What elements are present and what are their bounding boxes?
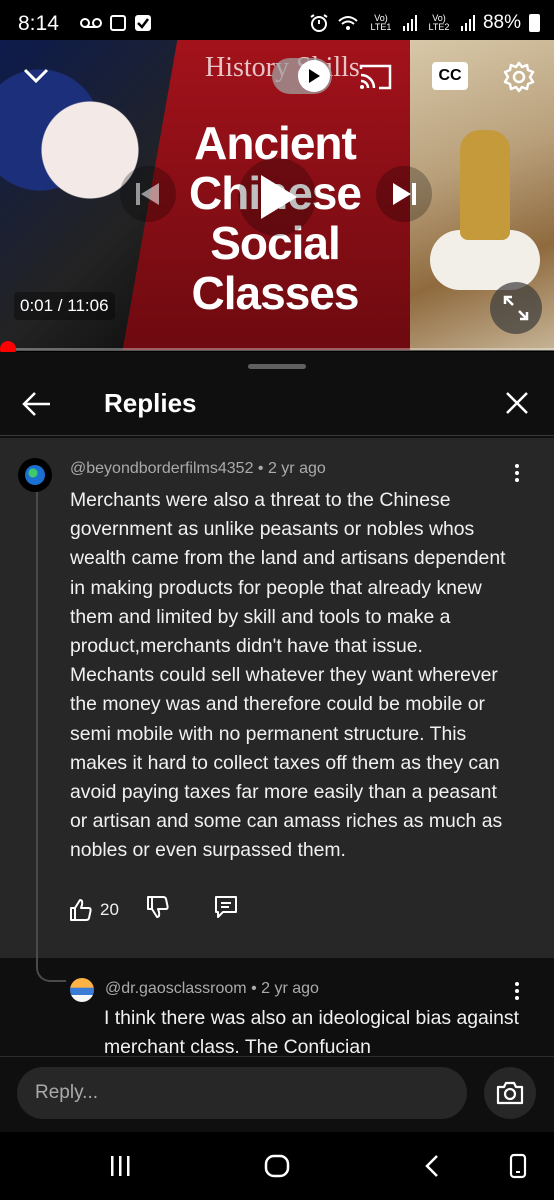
close-button[interactable] bbox=[502, 388, 532, 418]
voicemail-icon bbox=[80, 18, 102, 28]
more-dot bbox=[515, 989, 519, 993]
camera-icon bbox=[496, 1081, 524, 1105]
gallery-icon bbox=[110, 15, 126, 31]
comment-author-meta[interactable]: @beyondborderfilms4352 • 2 yr ago bbox=[70, 460, 326, 478]
globe-icon bbox=[25, 465, 45, 485]
battery-percent: 88% bbox=[482, 12, 521, 33]
panel-header: Replies bbox=[0, 374, 554, 436]
thumbs-down-icon bbox=[146, 896, 169, 918]
home-button[interactable] bbox=[257, 1148, 297, 1184]
check-box-icon bbox=[135, 15, 151, 31]
comment-more-button[interactable] bbox=[502, 458, 532, 488]
avatar[interactable] bbox=[70, 978, 94, 1002]
status-notification-icons bbox=[80, 14, 152, 32]
battery-icon bbox=[529, 14, 540, 32]
drag-handle[interactable] bbox=[248, 364, 306, 369]
like-button[interactable]: 20 bbox=[68, 897, 119, 923]
next-button[interactable] bbox=[376, 166, 432, 222]
back-nav-button[interactable] bbox=[412, 1148, 452, 1184]
play-icon bbox=[261, 175, 297, 219]
dislike-button[interactable] bbox=[145, 894, 171, 925]
previous-button[interactable] bbox=[120, 166, 176, 222]
skip-previous-icon bbox=[136, 183, 159, 205]
signal-bars-1-icon bbox=[402, 15, 417, 31]
reply-text: I think there was also an ideological bi… bbox=[104, 1007, 519, 1056]
reply-more-button[interactable] bbox=[502, 976, 532, 1006]
reply-bar bbox=[0, 1056, 554, 1130]
alarm-icon bbox=[310, 14, 328, 32]
rider-shape bbox=[460, 130, 510, 240]
reply-button[interactable] bbox=[213, 894, 239, 925]
panel-title: Replies bbox=[104, 388, 197, 418]
signal-1-label: Vo) LTE1 bbox=[370, 13, 392, 32]
skip-next-icon bbox=[393, 183, 416, 205]
progress-bar[interactable] bbox=[0, 348, 554, 351]
more-dot bbox=[515, 996, 519, 1000]
like-count: 20 bbox=[100, 899, 119, 919]
system-nav-bar bbox=[0, 1132, 554, 1200]
replies-panel: Replies @beyondborderfilms4352 • 2 yr ag… bbox=[0, 352, 554, 1200]
gear-icon bbox=[503, 61, 535, 93]
cast-icon bbox=[359, 64, 392, 90]
chevron-down-icon bbox=[23, 68, 49, 84]
more-dot bbox=[515, 478, 519, 482]
signal-2-label: Vo) LTE2 bbox=[428, 13, 450, 32]
status-time: 8:14 bbox=[18, 12, 59, 35]
app-switcher-button[interactable] bbox=[498, 1148, 538, 1184]
wifi-icon bbox=[338, 16, 358, 30]
video-time: 0:01 / 11:06 bbox=[14, 292, 115, 320]
comment-actions: 20 bbox=[68, 894, 239, 925]
signal-bars-2-icon bbox=[460, 15, 475, 31]
reply-comment: @dr.gaosclassroom • 2 yr ago I think the… bbox=[0, 958, 554, 1056]
thread-connector bbox=[36, 942, 66, 982]
minimize-button[interactable] bbox=[14, 56, 58, 96]
play-button[interactable] bbox=[238, 158, 316, 236]
settings-button[interactable] bbox=[498, 56, 540, 98]
recent-apps-icon bbox=[111, 1156, 130, 1176]
close-icon bbox=[506, 392, 528, 414]
comment-text: Merchants were also a threat to the Chin… bbox=[70, 489, 506, 862]
more-dot bbox=[515, 982, 519, 986]
autoplay-knob bbox=[298, 60, 330, 92]
back-chevron-icon bbox=[425, 1155, 438, 1177]
thumbs-up-icon bbox=[70, 898, 92, 921]
captions-button[interactable]: CC bbox=[432, 62, 468, 90]
fullscreen-icon bbox=[503, 295, 529, 321]
fullscreen-button[interactable] bbox=[490, 282, 542, 334]
reply-input[interactable] bbox=[17, 1067, 467, 1119]
camera-button[interactable] bbox=[484, 1067, 536, 1119]
parent-comment: @beyondborderfilms4352 • 2 yr ago Mercha… bbox=[0, 438, 554, 972]
status-right-icons: Vo) LTE1 Vo) LTE2 88% bbox=[309, 12, 540, 34]
home-icon bbox=[264, 1154, 290, 1178]
comment-icon bbox=[214, 896, 237, 918]
thread-line bbox=[36, 492, 38, 972]
phone-frame-icon bbox=[509, 1153, 527, 1179]
more-dot bbox=[515, 471, 519, 475]
more-dot bbox=[515, 464, 519, 468]
avatar[interactable] bbox=[18, 458, 52, 492]
cast-button[interactable] bbox=[356, 58, 396, 96]
arrow-left-icon bbox=[22, 392, 50, 416]
play-small-icon bbox=[309, 69, 320, 83]
recent-apps-button[interactable] bbox=[100, 1148, 140, 1184]
back-button[interactable] bbox=[20, 388, 54, 420]
reply-author-meta[interactable]: @dr.gaosclassroom • 2 yr ago bbox=[105, 980, 319, 998]
autoplay-toggle[interactable] bbox=[272, 58, 332, 94]
